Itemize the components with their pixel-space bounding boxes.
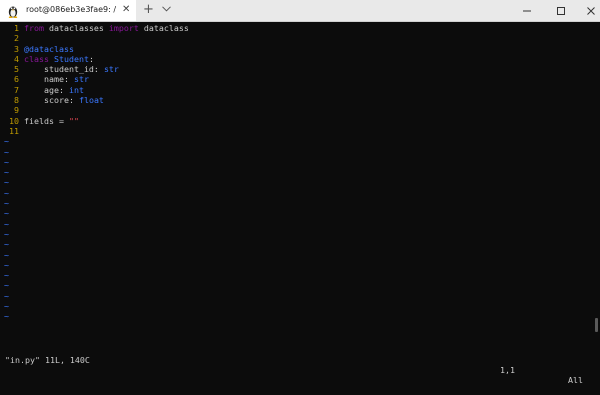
line-content: class Student: [24, 53, 94, 64]
status-scroll-indicator: All [568, 375, 583, 385]
code-line[interactable]: 8 score: float [3, 95, 189, 105]
minimize-icon [523, 10, 531, 11]
code-line[interactable]: 7 age: int [3, 85, 189, 95]
scrollbar-thumb[interactable] [595, 318, 598, 332]
empty-line-marker: ~ [4, 208, 9, 219]
maximize-icon [557, 6, 565, 15]
line-number: 8 [14, 95, 24, 106]
line-content: @dataclass [24, 43, 74, 54]
scrollbar-track[interactable] [592, 22, 600, 338]
code-line[interactable]: 9 [3, 105, 189, 115]
line-number: 10 [9, 115, 24, 126]
empty-line-marker: ~ [4, 228, 9, 239]
empty-line-marker: ~ [4, 249, 9, 260]
line-content: from dataclasses import dataclass [24, 23, 189, 33]
status-file-info: "in.py" 11L, 140C [5, 355, 90, 365]
line-number: 2 [14, 33, 24, 44]
line-number: 6 [14, 74, 24, 85]
empty-line-marker: ~ [4, 177, 9, 188]
chevron-down-icon[interactable] [162, 6, 171, 12]
line-content: student_id: str [24, 64, 119, 75]
line-number: 11 [9, 125, 24, 136]
maximize-button[interactable] [544, 0, 578, 21]
code-line[interactable]: 5 student_id: str [3, 64, 189, 74]
code-line[interactable]: 6 name: str [3, 74, 189, 84]
terminal-tab[interactable]: root@086eb3e3fae9: / ✕ [0, 0, 136, 21]
line-content: name: str [24, 74, 89, 85]
empty-line-marker: ~ [4, 156, 9, 167]
minimize-button[interactable] [510, 0, 544, 21]
empty-line-marker: ~ [4, 239, 9, 250]
close-icon [587, 6, 595, 15]
empty-line-marker: ~ [4, 280, 9, 291]
linux-penguin-icon [8, 6, 18, 18]
code-line[interactable]: 4 class Student: [3, 54, 189, 64]
empty-line-marker: ~ [4, 218, 9, 229]
line-content: age: int [24, 84, 84, 95]
editor-buffer[interactable]: 1 from dataclasses import dataclass 2 3 @… [3, 23, 189, 322]
title-bar: root@086eb3e3fae9: / ✕ + [0, 0, 600, 22]
code-line[interactable]: 10 fields = "" [3, 116, 189, 126]
line-number: 1 [14, 23, 24, 33]
code-line[interactable]: 2 [3, 33, 189, 43]
empty-line-marker: ~ [4, 259, 9, 270]
line-number: 5 [14, 64, 24, 75]
close-window-button[interactable] [574, 0, 600, 21]
line-number: 4 [14, 53, 24, 64]
code-line[interactable]: 1 from dataclasses import dataclass [3, 23, 189, 33]
empty-line-marker: ~ [4, 290, 9, 301]
tab-close-icon[interactable]: ✕ [122, 3, 130, 17]
empty-line-marker: ~ [4, 167, 9, 178]
line-number: 3 [14, 43, 24, 54]
line-number: 7 [14, 84, 24, 95]
new-tab-button[interactable]: + [143, 2, 154, 18]
empty-line-marker: ~ [4, 146, 9, 157]
tab-title: root@086eb3e3fae9: / [26, 5, 117, 14]
empty-line-marker: ~ [4, 301, 9, 312]
vim-status-line: "in.py" 11L, 140C 1,1 All [0, 345, 590, 385]
line-content: fields = "" [24, 115, 79, 126]
line-number: 9 [14, 105, 24, 116]
empty-line-marker: ~ [4, 270, 9, 281]
empty-line-marker: ~ [4, 311, 9, 322]
terminal-area[interactable]: 1 from dataclasses import dataclass 2 3 @… [0, 22, 590, 385]
code-line[interactable]: 11 [3, 126, 189, 136]
empty-line-marker: ~ [4, 187, 9, 198]
line-content: score: float [24, 95, 104, 106]
empty-line-marker: ~ [4, 136, 9, 147]
status-cursor-position: 1,1 [500, 365, 515, 375]
empty-line-marker: ~ [4, 198, 9, 209]
code-line[interactable]: 3 @dataclass [3, 44, 189, 54]
